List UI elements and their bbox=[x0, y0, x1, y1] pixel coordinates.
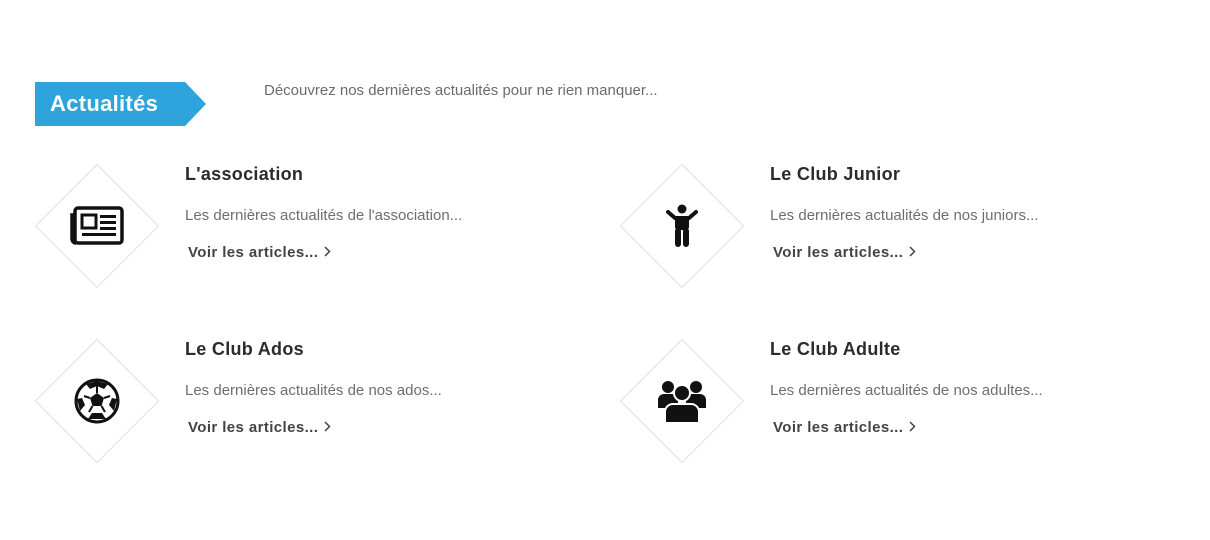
link-label: Voir les articles... bbox=[773, 244, 904, 261]
link-label: Voir les articles... bbox=[773, 419, 904, 436]
soccer-ball-icon bbox=[65, 369, 129, 433]
news-card-junior: Le Club Junior Les dernières actualités … bbox=[619, 163, 1160, 294]
news-card-ados: Le Club Ados Les dernières actualités de… bbox=[34, 338, 575, 469]
link-label: Voir les articles... bbox=[188, 244, 319, 261]
view-articles-link[interactable]: Voir les articles... bbox=[188, 244, 331, 261]
view-articles-link[interactable]: Voir les articles... bbox=[773, 244, 916, 261]
card-description: Les dernières actualités de nos juniors.… bbox=[770, 207, 1039, 224]
chevron-right-icon bbox=[909, 419, 916, 436]
chevron-right-icon bbox=[909, 244, 916, 261]
card-title: L'association bbox=[185, 164, 304, 184]
card-description: Les dernières actualités de l'associatio… bbox=[185, 207, 463, 224]
chevron-right-icon bbox=[324, 419, 331, 436]
card-title: Le Club Ados bbox=[185, 339, 304, 359]
card-title: Le Club Junior bbox=[770, 164, 901, 184]
card-title: Le Club Adulte bbox=[770, 339, 901, 359]
section-intro: Découvrez nos dernières actualités pour … bbox=[264, 82, 658, 99]
section-title: Actualités bbox=[50, 91, 159, 116]
section-tag: Actualités bbox=[35, 82, 206, 126]
news-card-adulte: Le Club Adulte Les dernières actualités … bbox=[619, 338, 1160, 469]
view-articles-link[interactable]: Voir les articles... bbox=[188, 419, 331, 436]
card-description: Les dernières actualités de nos ados... bbox=[185, 382, 442, 399]
news-card-association: L'association Les dernières actualités d… bbox=[34, 163, 575, 294]
chevron-right-icon bbox=[324, 244, 331, 261]
view-articles-link[interactable]: Voir les articles... bbox=[773, 419, 916, 436]
group-icon bbox=[650, 369, 714, 433]
newspaper-icon bbox=[65, 194, 129, 258]
child-icon bbox=[650, 194, 714, 258]
card-description: Les dernières actualités de nos adultes.… bbox=[770, 382, 1043, 399]
link-label: Voir les articles... bbox=[188, 419, 319, 436]
